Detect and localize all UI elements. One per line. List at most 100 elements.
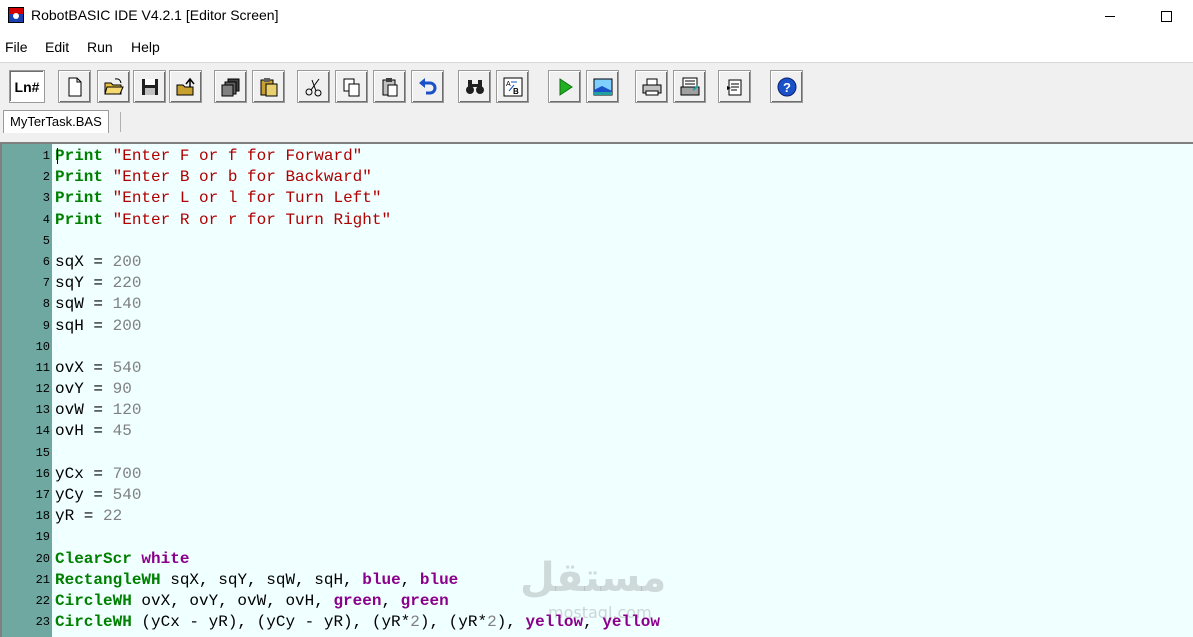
- paste-files-icon: [260, 77, 277, 96]
- cut-button[interactable]: [297, 70, 330, 103]
- copy-icon: [343, 78, 359, 96]
- tab-separator: [120, 112, 121, 132]
- line-number: 9: [42, 318, 50, 333]
- tab-mytertask[interactable]: MyTerTask.BAS: [3, 110, 109, 133]
- code-token: ovX, ovY, ovW, ovH,: [131, 591, 334, 610]
- code-token: green: [333, 591, 382, 610]
- code-token: 2: [410, 613, 420, 632]
- code-line[interactable]: 18 yR = 22: [2, 506, 1193, 527]
- code-line[interactable]: 15: [2, 443, 1193, 464]
- code-line[interactable]: 10: [2, 337, 1193, 358]
- code-text: yCx = 700: [55, 464, 141, 485]
- code-line[interactable]: 8 sqW = 140: [2, 294, 1193, 315]
- menu-run[interactable]: Run: [87, 39, 113, 55]
- code-token: sqX, sqY, sqW, sqH,: [160, 570, 363, 589]
- line-number: 20: [35, 551, 50, 566]
- code-token: ), (yR*: [419, 613, 488, 632]
- paste-button[interactable]: [373, 70, 406, 103]
- tab-strip: MyTerTask.BAS: [0, 108, 1193, 142]
- new-file-icon: [68, 77, 81, 96]
- code-text: sqH = 200: [55, 316, 141, 337]
- line-number: 16: [35, 466, 50, 481]
- code-text: Print "Enter L or l for Turn Left": [55, 188, 381, 209]
- robotbasic-app-icon[interactable]: [8, 7, 24, 23]
- help-button[interactable]: ?: [770, 70, 803, 103]
- code-text: sqW = 140: [55, 294, 141, 315]
- new-file-button[interactable]: [58, 70, 91, 103]
- code-text: Print "Enter R or r for Turn Right": [55, 210, 391, 231]
- line-number: 15: [35, 445, 50, 460]
- save-icon: [141, 78, 158, 95]
- line-numbers-toggle-button[interactable]: Ln#: [9, 70, 45, 103]
- code-token: sqY =: [55, 274, 113, 293]
- find-icon: [465, 79, 484, 94]
- menu-bar: File Edit Run Help: [0, 33, 1193, 60]
- copy-button[interactable]: [335, 70, 368, 103]
- replace-button[interactable]: AB: [496, 70, 529, 103]
- code-line[interactable]: 7 sqY = 220: [2, 273, 1193, 294]
- code-line[interactable]: 1 Print "Enter F or f for Forward": [2, 146, 1193, 167]
- code-token: 540: [112, 486, 142, 504]
- code-token: sqH =: [55, 316, 113, 335]
- notes-icon: [726, 79, 741, 95]
- code-line[interactable]: 2 Print "Enter B or b for Backward": [2, 167, 1193, 188]
- code-token: sqW =: [55, 295, 113, 314]
- undo-button[interactable]: [411, 70, 444, 103]
- line-number: 19: [35, 530, 50, 545]
- line-number: 23: [35, 615, 50, 630]
- code-token: blue: [419, 570, 459, 589]
- menu-file[interactable]: File: [5, 39, 28, 55]
- code-text: CircleWH ovX, ovY, ovW, ovH, green, gree…: [55, 591, 449, 612]
- menu-edit[interactable]: Edit: [45, 39, 69, 55]
- code-line[interactable]: 5: [2, 231, 1193, 252]
- code-token: blue: [362, 570, 401, 589]
- code-line[interactable]: 11 ovX = 540: [2, 358, 1193, 379]
- code-text: yCy = 540: [55, 485, 141, 506]
- line-number: 12: [35, 382, 50, 397]
- code-token: CircleWH: [55, 591, 132, 610]
- minimize-button[interactable]: [1087, 0, 1133, 32]
- code-line[interactable]: 17 yCy = 540: [2, 485, 1193, 506]
- window-title: RobotBASIC IDE V4.2.1 [Editor Screen]: [31, 7, 279, 23]
- code-text: sqY = 220: [55, 273, 141, 294]
- code-line[interactable]: 12 ovY = 90: [2, 379, 1193, 400]
- print-button[interactable]: [635, 70, 668, 103]
- terminal-screen-button[interactable]: [586, 70, 619, 103]
- code-line[interactable]: 6 sqX = 200: [2, 252, 1193, 273]
- line-number: 21: [35, 572, 50, 587]
- maximize-button[interactable]: [1143, 0, 1189, 32]
- code-line[interactable]: 3 Print "Enter L or l for Turn Left": [2, 188, 1193, 209]
- line-number: 5: [42, 233, 50, 248]
- run-button[interactable]: [548, 70, 581, 103]
- paste-files-button[interactable]: [252, 70, 285, 103]
- code-line[interactable]: 14 ovH = 45: [2, 421, 1193, 442]
- code-token: "Enter F or f for Forward": [112, 147, 363, 165]
- code-line[interactable]: 16 yCx = 700: [2, 464, 1193, 485]
- menu-help[interactable]: Help: [131, 39, 160, 55]
- code-text: sqX = 200: [55, 252, 141, 273]
- maximize-icon: [1160, 10, 1172, 22]
- copy-files-icon: [221, 78, 239, 96]
- code-line[interactable]: 4 Print "Enter R or r for Turn Right": [2, 210, 1193, 231]
- code-token: Print: [55, 189, 104, 208]
- code-line[interactable]: 19: [2, 527, 1193, 548]
- code-token: 22: [103, 507, 123, 526]
- find-button[interactable]: [458, 70, 491, 103]
- line-number: 3: [42, 191, 50, 206]
- save-button[interactable]: [133, 70, 166, 103]
- toolbar: Ln# AB ?: [0, 62, 1193, 109]
- export-button[interactable]: [169, 70, 202, 103]
- print-preview-icon: [680, 77, 699, 95]
- code-line[interactable]: 13 ovW = 120: [2, 400, 1193, 421]
- code-text: yR = 22: [55, 506, 122, 527]
- line-number: 10: [35, 339, 50, 354]
- code-line[interactable]: 9 sqH = 200: [2, 316, 1193, 337]
- copy-files-button[interactable]: [214, 70, 247, 103]
- cut-icon: [305, 78, 321, 96]
- open-file-button[interactable]: [97, 70, 130, 103]
- code-token: 140: [112, 295, 142, 314]
- print-preview-button[interactable]: [673, 70, 706, 103]
- notes-button[interactable]: [718, 70, 751, 103]
- code-token: green: [400, 591, 449, 610]
